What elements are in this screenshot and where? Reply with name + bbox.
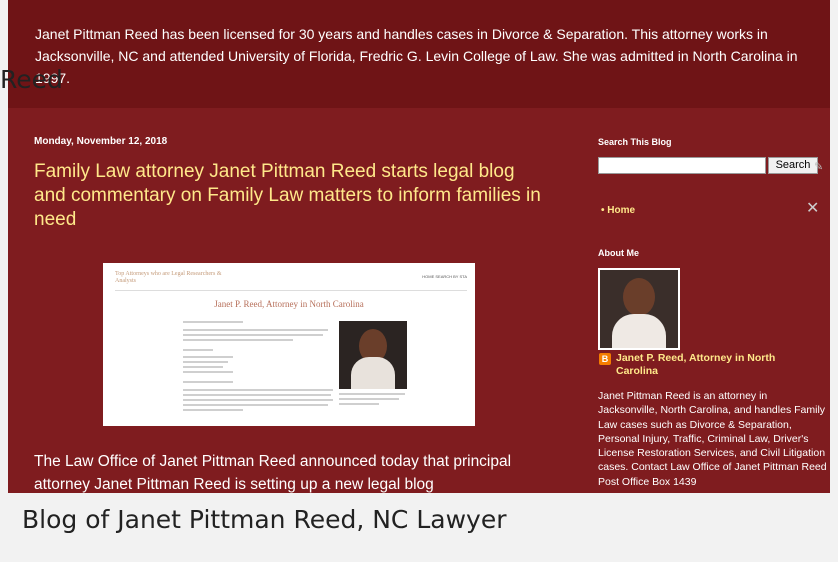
blog-header: Janet Pittman Reed has been licensed for…	[8, 0, 830, 108]
text-line	[183, 389, 333, 391]
search-button[interactable]: Search	[768, 157, 818, 174]
text-line	[183, 329, 328, 331]
text-line	[183, 366, 223, 368]
post-title[interactable]: Family Law attorney Janet Pittman Reed s…	[34, 160, 544, 232]
embedded-site-name: Top Attorneys who are Legal Researchers …	[115, 271, 222, 284]
blogger-icon: B	[599, 353, 611, 365]
about-text: Janet Pittman Reed is an attorney in Jac…	[598, 390, 827, 488]
text-line	[183, 409, 243, 411]
text-line	[339, 398, 399, 400]
text-line	[183, 339, 293, 341]
text-line	[183, 399, 333, 401]
search-input[interactable]	[598, 157, 766, 174]
embedded-divider	[115, 290, 467, 291]
post-body: The Law Office of Janet Pittman Reed ann…	[34, 453, 512, 493]
wrench-icon[interactable]: ✎	[814, 160, 823, 173]
embedded-heading: Janet P. Reed, Attorney in North Carolin…	[214, 299, 364, 309]
wrench-icon[interactable]: ✕	[806, 198, 819, 218]
text-line	[183, 394, 331, 396]
overlay-title: Reed	[0, 65, 63, 94]
post-date: Monday, November 12, 2018	[34, 136, 168, 147]
text-line	[339, 403, 379, 405]
text-line	[183, 349, 213, 351]
profile-name-link[interactable]: Janet P. Reed, Attorney in North Carolin…	[616, 352, 816, 378]
home-link[interactable]: • Home	[601, 205, 635, 216]
about-title: About Me	[598, 248, 639, 258]
text-line	[183, 361, 228, 363]
blog-description: Janet Pittman Reed has been licensed for…	[35, 26, 798, 86]
embedded-site-nav: HOME SEARCH BY STA	[422, 274, 467, 279]
search-title: Search This Blog	[598, 137, 672, 147]
post-image[interactable]: Top Attorneys who are Legal Researchers …	[103, 263, 475, 426]
text-line	[183, 381, 233, 383]
text-line	[183, 371, 233, 373]
blog-frame: Janet Pittman Reed has been licensed for…	[8, 0, 830, 493]
embedded-attorney-photo	[339, 321, 407, 389]
text-line	[183, 321, 243, 323]
text-line	[183, 334, 323, 336]
page-caption: Blog of Janet Pittman Reed, NC Lawyer	[22, 505, 507, 534]
text-line	[183, 356, 233, 358]
text-line	[339, 393, 405, 395]
home-link-label[interactable]: Home	[607, 205, 635, 216]
text-line	[183, 404, 328, 406]
profile-photo[interactable]	[598, 268, 680, 350]
